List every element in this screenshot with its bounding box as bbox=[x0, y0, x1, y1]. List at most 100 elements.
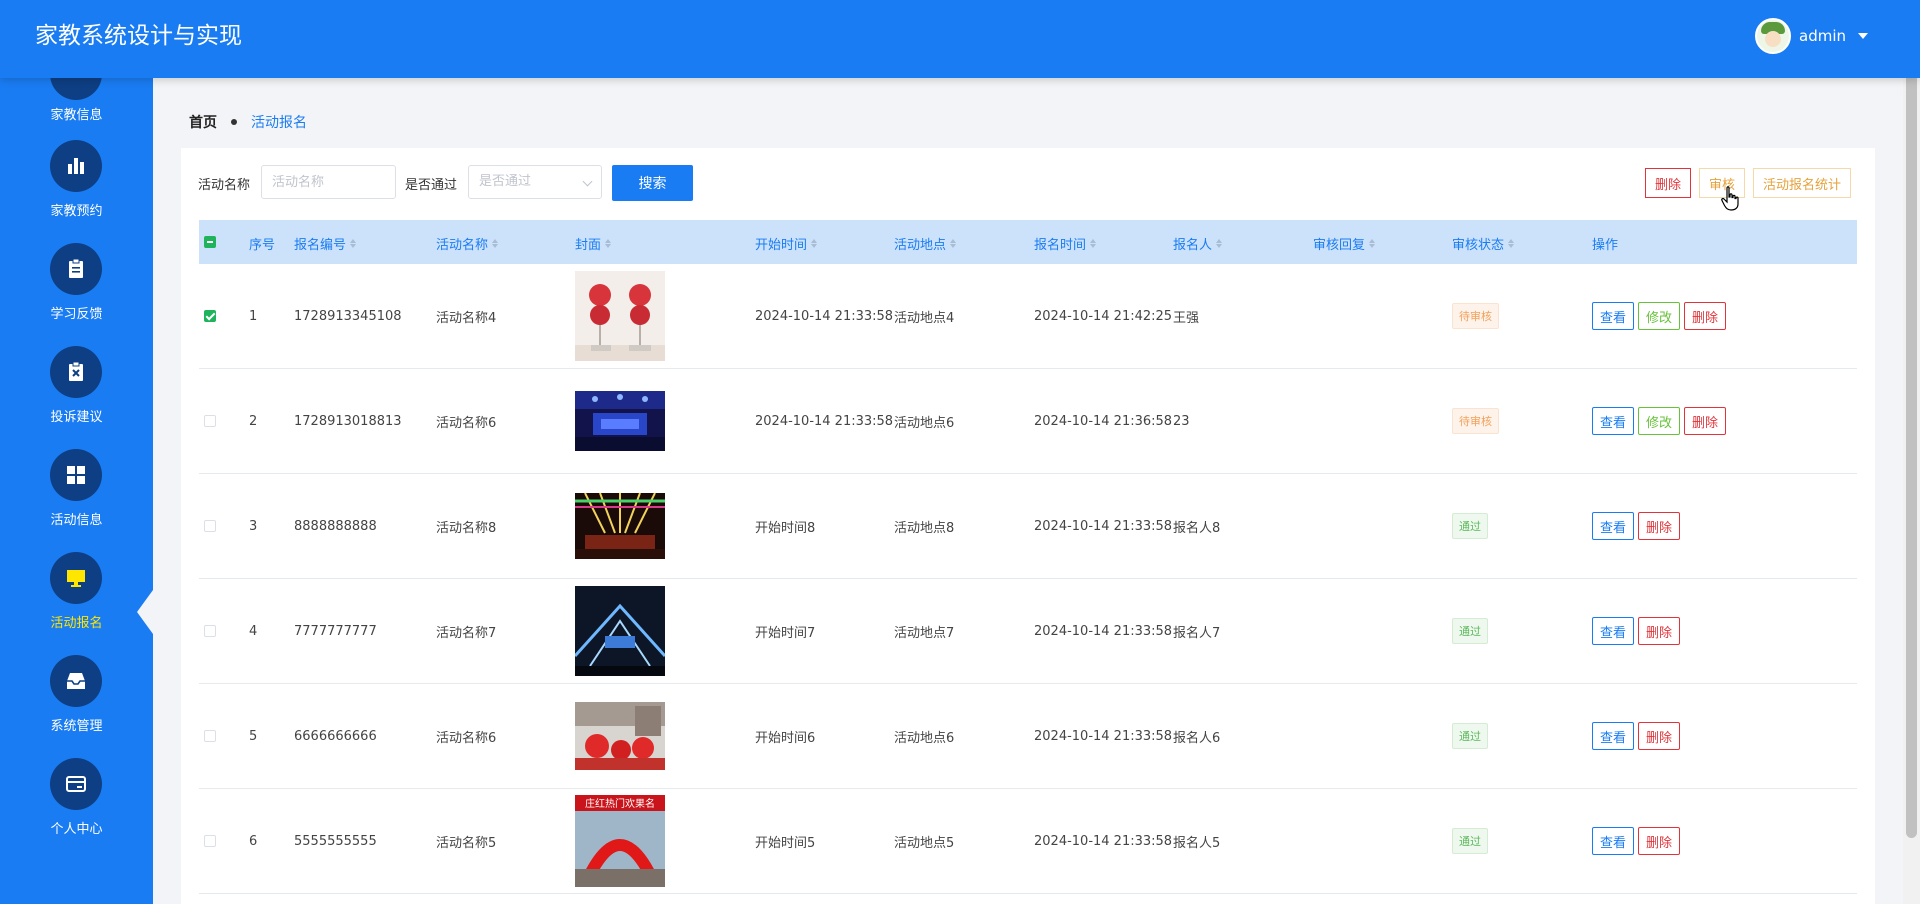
cell-start-time: 开始时间7 bbox=[755, 625, 816, 641]
breadcrumb: 首页 活动报名 bbox=[189, 112, 307, 132]
sidebar-item-label: 学习反馈 bbox=[50, 307, 103, 322]
clipboard-icon bbox=[50, 243, 102, 295]
header-cover[interactable]: 封面 bbox=[575, 234, 612, 253]
sidebar-item-personal-center[interactable]: 个人中心 bbox=[0, 748, 153, 848]
delete-button[interactable]: 删除 bbox=[1638, 827, 1681, 855]
cell-start-time: 开始时间6 bbox=[755, 730, 816, 746]
delete-button[interactable]: 删除 bbox=[1684, 407, 1727, 435]
cell-cover[interactable] bbox=[575, 579, 665, 683]
cell-index: 2 bbox=[249, 413, 258, 429]
cell-index: 3 bbox=[249, 518, 258, 534]
view-button[interactable]: 查看 bbox=[1592, 407, 1635, 435]
cell-signup-time: 2024-10-14 21:33:58 bbox=[1034, 623, 1173, 639]
cover-image-stage-blue[interactable] bbox=[575, 391, 665, 451]
cover-image-red-arch[interactable]: 庄红热门欢果名 bbox=[575, 795, 665, 887]
cell-place: 活动地点6 bbox=[894, 415, 955, 431]
select-all-checkbox[interactable] bbox=[204, 236, 216, 248]
pass-status-select[interactable]: 是否通过 bbox=[468, 165, 602, 199]
cell-person: 报名人7 bbox=[1173, 625, 1221, 641]
batch-delete-button[interactable]: 删除 bbox=[1645, 168, 1692, 198]
sidebar-item-tutor-booking[interactable]: 家教预约 bbox=[0, 130, 153, 230]
edit-button[interactable]: 修改 bbox=[1638, 407, 1681, 435]
header-reply[interactable]: 审核回复 bbox=[1313, 234, 1376, 253]
user-menu[interactable]: admin bbox=[1755, 18, 1868, 54]
cell-index: 5 bbox=[249, 728, 258, 744]
cell-place: 活动地点4 bbox=[894, 310, 955, 326]
status-badge: 通过 bbox=[1452, 513, 1488, 539]
table-row[interactable]: 1 1728913345108 活动名称4 2024-10-14 21:33:5… bbox=[199, 264, 1857, 369]
view-button[interactable]: 查看 bbox=[1592, 827, 1635, 855]
active-pointer bbox=[137, 590, 153, 634]
cell-signup-time: 2024-10-14 21:42:25 bbox=[1034, 308, 1173, 324]
chevron-down-icon bbox=[582, 176, 593, 187]
list-icon bbox=[50, 78, 102, 100]
table-row[interactable]: 2 1728913018813 活动名称6 2024-10-14 21:33:5… bbox=[199, 369, 1857, 474]
cover-image-stage-lights[interactable] bbox=[575, 493, 665, 559]
cell-start-time: 开始时间5 bbox=[755, 835, 816, 851]
breadcrumb-home[interactable]: 首页 bbox=[189, 112, 217, 132]
username[interactable]: admin bbox=[1799, 27, 1846, 45]
cover-image-balloons[interactable] bbox=[575, 271, 665, 361]
monitor-icon bbox=[50, 552, 102, 604]
sidebar-item-activity-info[interactable]: 活动信息 bbox=[0, 439, 153, 539]
cell-activity-name: 活动名称7 bbox=[436, 625, 497, 641]
sidebar-item-study-feedback[interactable]: 学习反馈 bbox=[0, 233, 153, 333]
row-checkbox[interactable] bbox=[204, 415, 216, 427]
cover-image-red-balls[interactable] bbox=[575, 702, 665, 770]
table-row[interactable]: 4 7777777777 活动名称7 开始时间7 活动地点7 2024-10-1… bbox=[199, 579, 1857, 684]
header-activity-name[interactable]: 活动名称 bbox=[436, 234, 499, 253]
cell-place: 活动地点5 bbox=[894, 835, 955, 851]
sidebar-item-label: 投诉建议 bbox=[50, 410, 103, 425]
hand-cursor-icon bbox=[1721, 186, 1739, 211]
header-person[interactable]: 报名人 bbox=[1173, 234, 1223, 253]
avatar[interactable] bbox=[1755, 18, 1791, 54]
page-scrollbar[interactable] bbox=[1903, 0, 1920, 904]
edit-button[interactable]: 修改 bbox=[1638, 302, 1681, 330]
row-checkbox[interactable] bbox=[204, 520, 216, 532]
cell-cover[interactable] bbox=[575, 474, 665, 578]
view-button[interactable]: 查看 bbox=[1592, 617, 1635, 645]
view-button[interactable]: 查看 bbox=[1592, 722, 1635, 750]
scrollbar-thumb[interactable] bbox=[1906, 58, 1917, 838]
cell-person: 报名人8 bbox=[1173, 520, 1221, 536]
header-start-time[interactable]: 开始时间 bbox=[755, 234, 818, 253]
view-button[interactable]: 查看 bbox=[1592, 512, 1635, 540]
view-button[interactable]: 查看 bbox=[1592, 302, 1635, 330]
row-actions: 查看 删除 bbox=[1592, 684, 1684, 788]
clipboard-x-icon bbox=[50, 346, 102, 398]
cover-image-led-hall[interactable] bbox=[575, 586, 665, 676]
row-checkbox[interactable] bbox=[204, 835, 216, 847]
cell-activity-name: 活动名称8 bbox=[436, 520, 497, 536]
signup-stats-button[interactable]: 活动报名统计 bbox=[1753, 168, 1852, 198]
header-code[interactable]: 报名编号 bbox=[294, 234, 357, 253]
sidebar-item-system-management[interactable]: 系统管理 bbox=[0, 645, 153, 745]
cell-code: 6666666666 bbox=[294, 728, 377, 744]
sidebar-item-tutor-info[interactable]: 家教信息 bbox=[0, 78, 153, 128]
cell-start-time: 2024-10-14 21:33:58 bbox=[755, 413, 894, 429]
sidebar-item-label: 家教预约 bbox=[50, 204, 103, 219]
cell-cover[interactable]: 庄红热门欢果名 bbox=[575, 789, 665, 893]
cell-code: 8888888888 bbox=[294, 518, 377, 534]
row-checkbox[interactable] bbox=[204, 625, 216, 637]
caret-down-icon[interactable] bbox=[1858, 33, 1868, 39]
activity-name-input[interactable] bbox=[261, 165, 396, 199]
sidebar-item-label: 活动报名 bbox=[50, 616, 103, 631]
delete-button[interactable]: 删除 bbox=[1684, 302, 1727, 330]
cell-cover[interactable] bbox=[575, 369, 665, 473]
table-row[interactable]: 6 5555555555 活动名称5 庄红热门欢果名 开始时间5 活动地点5 2… bbox=[199, 789, 1857, 894]
header-signup-time[interactable]: 报名时间 bbox=[1034, 234, 1097, 253]
header-place[interactable]: 活动地点 bbox=[894, 234, 957, 253]
delete-button[interactable]: 删除 bbox=[1638, 722, 1681, 750]
table-row[interactable]: 5 6666666666 活动名称6 开始时间6 活动地点6 2024-10-1… bbox=[199, 684, 1857, 789]
cell-cover[interactable] bbox=[575, 684, 665, 788]
row-checkbox[interactable] bbox=[204, 310, 216, 322]
header-status[interactable]: 审核状态 bbox=[1452, 234, 1515, 253]
sidebar-item-activity-signup[interactable]: 活动报名 bbox=[0, 542, 153, 642]
delete-button[interactable]: 删除 bbox=[1638, 617, 1681, 645]
row-checkbox[interactable] bbox=[204, 730, 216, 742]
search-button[interactable]: 搜索 bbox=[612, 165, 693, 201]
cell-cover[interactable] bbox=[575, 264, 665, 368]
sidebar-item-complaints[interactable]: 投诉建议 bbox=[0, 336, 153, 436]
delete-button[interactable]: 删除 bbox=[1638, 512, 1681, 540]
table-row[interactable]: 3 8888888888 活动名称8 开始时间8 活动地点8 2024-10-1… bbox=[199, 474, 1857, 579]
